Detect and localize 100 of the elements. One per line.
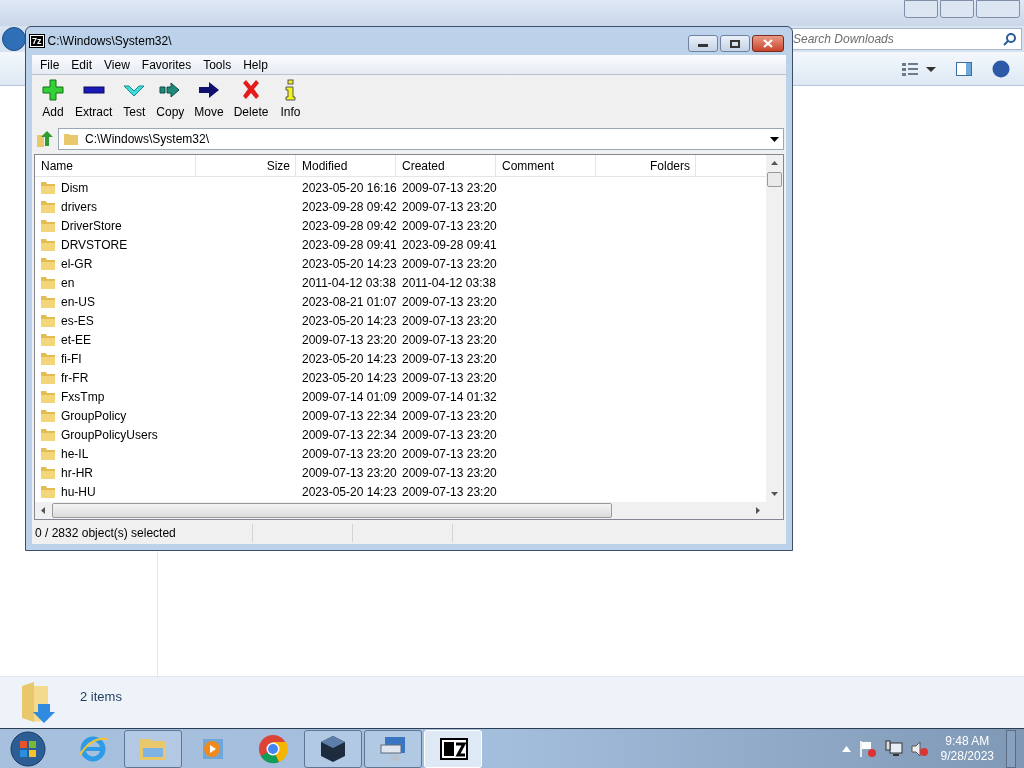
file-name[interactable]: GroupPolicyUsers — [61, 425, 158, 444]
created-date: 2009-07-13 23:20 — [401, 255, 496, 273]
maximize-button[interactable] — [720, 35, 750, 52]
folder-icon — [40, 199, 56, 214]
column-header[interactable]: Comment — [496, 155, 596, 177]
modified-date: 2023-09-28 09:42 — [301, 198, 396, 216]
restore-button[interactable] — [940, 0, 974, 18]
flag-error-icon[interactable] — [858, 739, 877, 758]
file-name[interactable]: fr-FR — [61, 368, 89, 387]
file-name[interactable]: en-US — [61, 292, 95, 311]
folder-icon — [40, 465, 56, 480]
file-name[interactable]: drivers — [61, 197, 97, 216]
folder-icon — [40, 351, 56, 366]
file-name[interactable]: el-GR — [61, 254, 93, 273]
search-icon — [1003, 32, 1017, 46]
app-icon: 7z — [30, 35, 44, 47]
file-name[interactable]: hr-HR — [61, 463, 93, 482]
dropdown-arrow-icon[interactable] — [770, 136, 779, 142]
taskbar-button[interactable] — [304, 729, 362, 768]
modified-date: 2023-05-20 14:23 — [301, 312, 396, 330]
created-date: 2009-07-13 23:20 — [401, 179, 496, 197]
toolbar-button[interactable]: Test — [117, 78, 152, 121]
menu-item[interactable]: Favorites — [135, 55, 198, 74]
address-field[interactable]: C:\Windows\System32\ — [58, 128, 784, 150]
folder-icon — [63, 132, 79, 146]
chrome-logo-icon — [257, 732, 289, 765]
folder-icon — [40, 427, 56, 442]
file-name[interactable]: hu-HU — [61, 482, 96, 501]
toolbar-button[interactable]: Extract — [70, 78, 118, 121]
file-name[interactable]: FxsTmp — [61, 387, 105, 406]
created-date: 2009-07-13 23:20 — [401, 445, 496, 463]
network-error-icon[interactable] — [884, 739, 903, 758]
folder-icon — [40, 370, 56, 385]
modified-date: 2023-09-28 09:41 — [301, 236, 396, 254]
created-date: 2023-09-28 09:41 — [401, 236, 496, 254]
toolbar-button[interactable]: Info — [273, 78, 308, 121]
created-date: 2011-04-12 03:38 — [401, 274, 496, 292]
file-name[interactable]: en — [61, 273, 75, 292]
created-date: 2009-07-13 23:20 — [401, 369, 496, 387]
toolbar-button[interactable]: Delete — [228, 78, 274, 121]
folder-icon — [40, 313, 56, 328]
show-hidden-icons-arrow[interactable] — [841, 745, 851, 752]
minimize-button[interactable] — [688, 35, 718, 52]
search-field[interactable]: Search Downloads — [790, 28, 1022, 50]
modified-date: 2023-05-20 14:23 — [301, 350, 396, 368]
created-date: 2009-07-13 23:20 — [401, 331, 496, 349]
close-button[interactable] — [752, 35, 784, 52]
file-name[interactable]: GroupPolicy — [61, 406, 127, 425]
item-count: 2 items — [80, 687, 122, 706]
scrollbar-thumb[interactable] — [767, 172, 782, 187]
modified-date: 2009-07-13 23:20 — [301, 464, 396, 482]
menu-item[interactable]: Help — [237, 55, 274, 74]
file-name[interactable]: DRVSTORE — [61, 235, 128, 254]
column-header[interactable]: Modified — [296, 155, 396, 177]
modified-date: 2009-07-13 23:20 — [301, 445, 396, 463]
menu-item[interactable]: View — [98, 55, 136, 74]
file-name[interactable]: Dism — [61, 178, 89, 197]
file-name[interactable]: fi-FI — [61, 349, 82, 368]
folder-icon — [40, 294, 56, 309]
folder-icon — [40, 218, 56, 233]
up-folder-icon[interactable] — [34, 129, 56, 149]
folder-icon — [40, 446, 56, 461]
preview-pane-icon[interactable] — [956, 61, 972, 76]
file-name[interactable]: es-ES — [61, 311, 94, 330]
file-name[interactable]: he-IL — [61, 444, 89, 463]
menu-item[interactable]: Tools — [197, 55, 238, 74]
modified-date: 2023-05-20 14:23 — [301, 255, 396, 273]
file-name[interactable]: et-EE — [61, 330, 91, 349]
file-name[interactable]: DriverStore — [61, 216, 122, 235]
toolbar-button[interactable]: Move — [189, 78, 229, 121]
column-header[interactable]: Created — [396, 155, 496, 177]
created-date: 2009-07-13 23:20 — [401, 483, 496, 501]
close-icon — [763, 39, 773, 48]
horizontal-scrollbar-thumb[interactable] — [52, 503, 612, 518]
modified-date: 2011-04-12 03:38 — [301, 274, 396, 292]
menu-item[interactable]: File — [34, 55, 66, 74]
folder-icon — [40, 484, 56, 499]
created-date: 2009-07-13 23:20 — [401, 407, 496, 425]
created-date: 2009-07-13 23:20 — [401, 426, 496, 444]
folder-icon — [40, 332, 56, 347]
toolbar-button[interactable]: Add — [36, 78, 70, 121]
menu-item[interactable]: Edit — [65, 55, 99, 74]
back-button[interactable] — [2, 27, 26, 51]
toolbar-button[interactable]: Copy — [151, 78, 190, 121]
window-title: C:\Windows\System32\ — [47, 33, 173, 50]
folder-icon — [40, 275, 56, 290]
folder-icon — [40, 408, 56, 423]
plus-icon — [41, 78, 65, 102]
created-date: 2009-07-14 01:32 — [401, 388, 496, 406]
column-header[interactable]: Folders — [596, 155, 696, 177]
volume-muted-icon[interactable] — [910, 739, 929, 758]
modified-date: 2009-07-13 22:34 — [301, 407, 396, 425]
folder-icon — [40, 389, 56, 404]
created-date: 2009-07-13 23:20 — [401, 464, 496, 482]
downloads-folder-icon — [20, 681, 56, 724]
modified-date: 2009-07-13 22:34 — [301, 426, 396, 444]
view-options-icon[interactable] — [902, 61, 936, 76]
column-header[interactable]: Size — [196, 155, 296, 177]
column-header[interactable]: Name — [35, 155, 196, 177]
created-date: 2009-07-13 23:20 — [401, 198, 496, 216]
